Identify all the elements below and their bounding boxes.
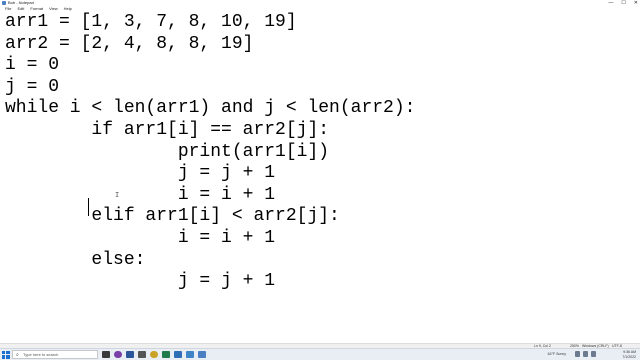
app-icon[interactable] — [162, 351, 170, 358]
code-line: arr2 = [2, 4, 8, 8, 19] — [5, 33, 254, 54]
code-line: arr1 = [1, 3, 7, 8, 10, 19] — [5, 12, 297, 32]
code-line: j = 0 — [5, 76, 60, 97]
text-editor[interactable]: arr1 = [1, 3, 7, 8, 10, 19] arr2 = [2, 4… — [0, 12, 640, 343]
code-line: i = 0 — [5, 55, 60, 76]
clock-date: 7/1/2022 — [622, 354, 636, 359]
app-icon[interactable] — [126, 351, 134, 358]
code-line: print(arr1[i]) — [5, 141, 330, 162]
clock[interactable]: 9:36 AM 7/1/2022 — [622, 350, 636, 359]
code-line: else: — [5, 249, 146, 270]
taskbar-search[interactable]: ⌕ Type here to search — [12, 350, 98, 359]
tray-icons — [575, 351, 596, 357]
notepad-icon — [2, 1, 6, 5]
windows-start-button[interactable] — [2, 351, 10, 359]
weather-widget[interactable]: 64°F Sunny — [548, 352, 566, 356]
code-line: i = i + 1 — [5, 184, 276, 205]
ibeam-cursor-icon: I — [115, 192, 120, 200]
code-line: if arr1[i] == arr2[j]: — [5, 119, 330, 140]
app-icon[interactable] — [114, 351, 122, 358]
clock-time: 9:36 AM — [623, 350, 636, 354]
app-icon[interactable] — [186, 351, 194, 358]
code-line: while i < len(arr1) and j < len(arr2): — [5, 98, 416, 119]
code-line: j = j + 1 — [5, 271, 276, 292]
app-icon[interactable] — [174, 351, 182, 358]
search-placeholder: Type here to search — [23, 352, 59, 357]
chrome-icon[interactable] — [150, 351, 158, 358]
code-line: i = i + 1 — [5, 227, 276, 248]
code-text[interactable]: arr1 = [1, 3, 7, 8, 10, 19] arr2 = [2, 4… — [5, 12, 415, 293]
search-icon: ⌕ — [16, 352, 19, 358]
network-icon[interactable] — [575, 351, 580, 357]
code-line: j = j + 1 — [5, 163, 276, 184]
taskbar: ⌕ Type here to search 64°F Sunny 9:36 AM… — [0, 348, 640, 360]
battery-icon[interactable] — [591, 351, 596, 357]
app-icon[interactable] — [138, 351, 146, 358]
task-view-icon[interactable] — [102, 351, 110, 358]
code-line: elif arr1[i] < arr2[j]: — [5, 206, 340, 227]
text-caret — [88, 198, 89, 216]
notepad-taskbar-icon[interactable] — [198, 351, 206, 358]
volume-icon[interactable] — [583, 351, 588, 357]
